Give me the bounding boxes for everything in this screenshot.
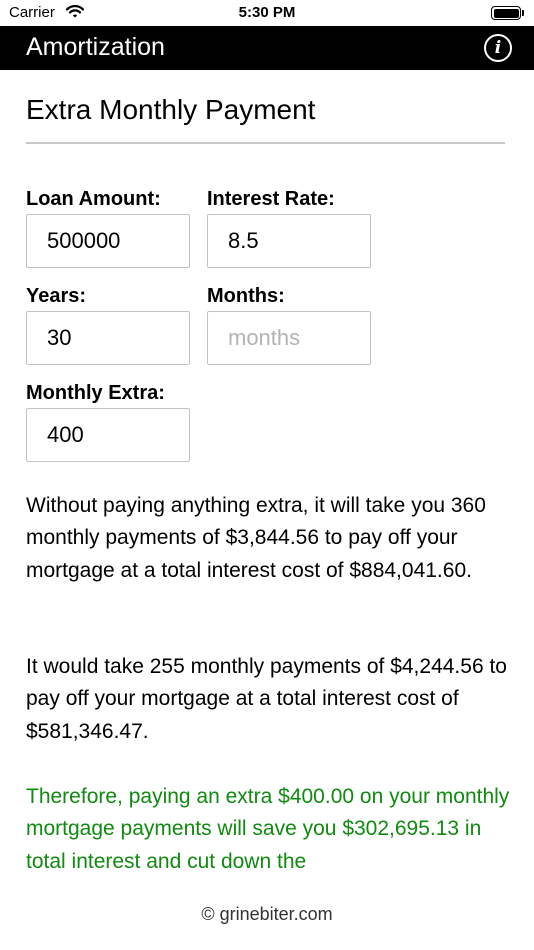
clock-label: 5:30 PM [238,4,296,21]
result-with-extra: It would take 255 monthly payments of $4… [26,655,507,743]
loan-amount-label: Loan Amount: [26,188,161,210]
result-without-extra: Without paying anything extra, it will t… [26,494,486,582]
footer-copyright: © grinebiter.com [201,904,333,924]
battery-icon [491,6,525,20]
years-input[interactable] [26,311,190,365]
result-savings: Therefore, paying an extra $400.00 on yo… [26,785,510,873]
status-bar: Carrier 5:30 PM [0,0,534,26]
navigation-bar: Amortization i [0,26,534,70]
months-label: Months: [207,285,285,307]
interest-rate-label: Interest Rate: [207,188,335,210]
loan-amount-input[interactable] [26,214,190,268]
info-icon[interactable]: i [484,34,512,62]
months-input[interactable] [207,311,371,365]
years-label: Years: [26,285,87,307]
title-divider [26,142,505,144]
nav-title: Amortization [26,33,165,61]
section-title: Extra Monthly Payment [26,94,316,125]
interest-rate-input[interactable] [207,214,371,268]
monthly-extra-input[interactable] [26,408,190,462]
monthly-extra-label: Monthly Extra: [26,382,165,404]
